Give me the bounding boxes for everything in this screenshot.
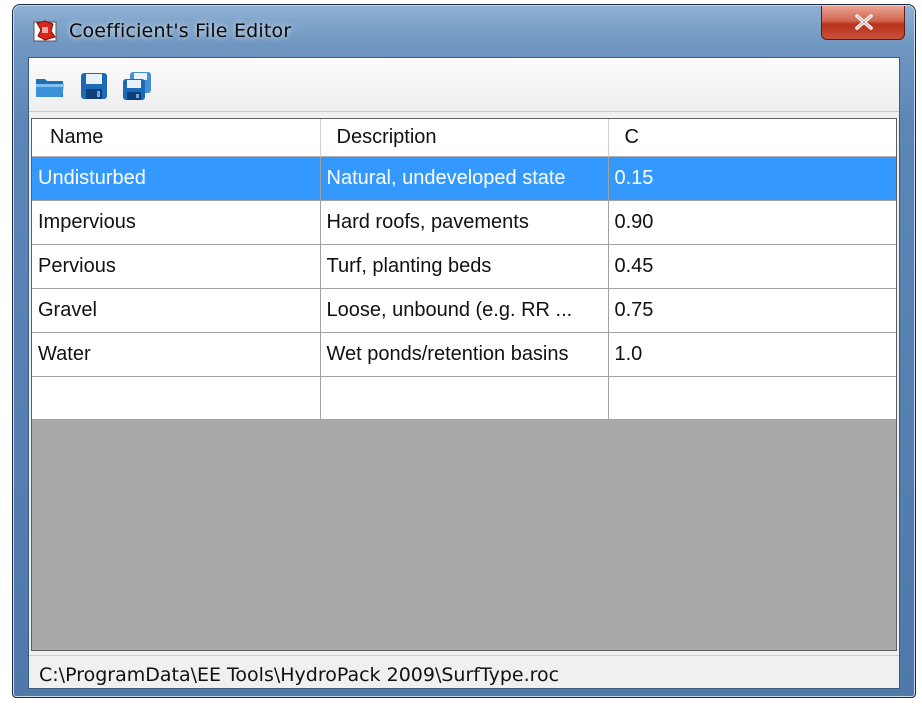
cell-name[interactable]: Pervious	[32, 244, 321, 289]
cell-description[interactable]: Natural, undeveloped state	[320, 156, 609, 201]
table-row[interactable]: Gravel Loose, unbound (e.g. RR ... 0.75	[32, 288, 896, 333]
column-header-description[interactable]: Description	[320, 119, 609, 157]
close-icon	[855, 14, 873, 30]
cell-description[interactable]: Loose, unbound (e.g. RR ...	[320, 288, 609, 333]
column-header-c[interactable]: C	[608, 119, 896, 157]
table-row[interactable]: Water Wet ponds/retention basins 1.0	[32, 332, 896, 377]
table-row[interactable]: Undisturbed Natural, undeveloped state 0…	[32, 156, 896, 201]
cell-name[interactable]: Gravel	[32, 288, 321, 333]
cell-c[interactable]	[608, 376, 896, 420]
cell-description[interactable]: Turf, planting beds	[320, 244, 609, 289]
client-area: Name Description C Undisturbed Natural, …	[28, 57, 900, 689]
cell-name[interactable]: Impervious	[32, 200, 321, 245]
cell-c[interactable]: 1.0	[608, 332, 896, 377]
window-title: Coefficient's File Editor	[69, 20, 292, 42]
close-button[interactable]	[821, 6, 905, 40]
cell-c[interactable]: 0.75	[608, 288, 896, 333]
save-button[interactable]	[78, 70, 110, 102]
floppy-disk-icon	[81, 73, 107, 99]
floppy-disks-icon	[123, 72, 151, 100]
cell-c[interactable]: 0.15	[608, 156, 896, 201]
app-window: Coefficient's File Editor Name Descripti…	[12, 4, 916, 698]
cell-description[interactable]	[320, 376, 609, 420]
cell-name[interactable]	[32, 376, 321, 420]
table-row[interactable]: Impervious Hard roofs, pavements 0.90	[32, 200, 896, 245]
column-header-name[interactable]: Name	[32, 119, 321, 157]
toolbar	[29, 58, 899, 112]
cell-description[interactable]: Wet ponds/retention basins	[320, 332, 609, 377]
coefficient-grid[interactable]: Name Description C Undisturbed Natural, …	[31, 118, 897, 651]
file-path: C:\ProgramData\EE Tools\HydroPack 2009\S…	[39, 664, 560, 686]
table-row[interactable]: Pervious Turf, planting beds 0.45	[32, 244, 896, 289]
cell-name[interactable]: Undisturbed	[32, 156, 321, 201]
save-as-button[interactable]	[121, 70, 153, 102]
coefficient-table: Name Description C Undisturbed Natural, …	[32, 119, 896, 420]
status-bar: C:\ProgramData\EE Tools\HydroPack 2009\S…	[29, 655, 899, 688]
cell-c[interactable]: 0.45	[608, 244, 896, 289]
app-icon[interactable]	[33, 19, 59, 43]
cell-c[interactable]: 0.90	[608, 200, 896, 245]
title-bar[interactable]: Coefficient's File Editor	[13, 5, 915, 57]
open-button[interactable]	[34, 70, 66, 102]
cell-name[interactable]: Water	[32, 332, 321, 377]
folder-open-icon	[36, 79, 64, 97]
header-row: Name Description C	[32, 119, 896, 157]
new-row[interactable]	[32, 376, 896, 420]
cell-description[interactable]: Hard roofs, pavements	[320, 200, 609, 245]
